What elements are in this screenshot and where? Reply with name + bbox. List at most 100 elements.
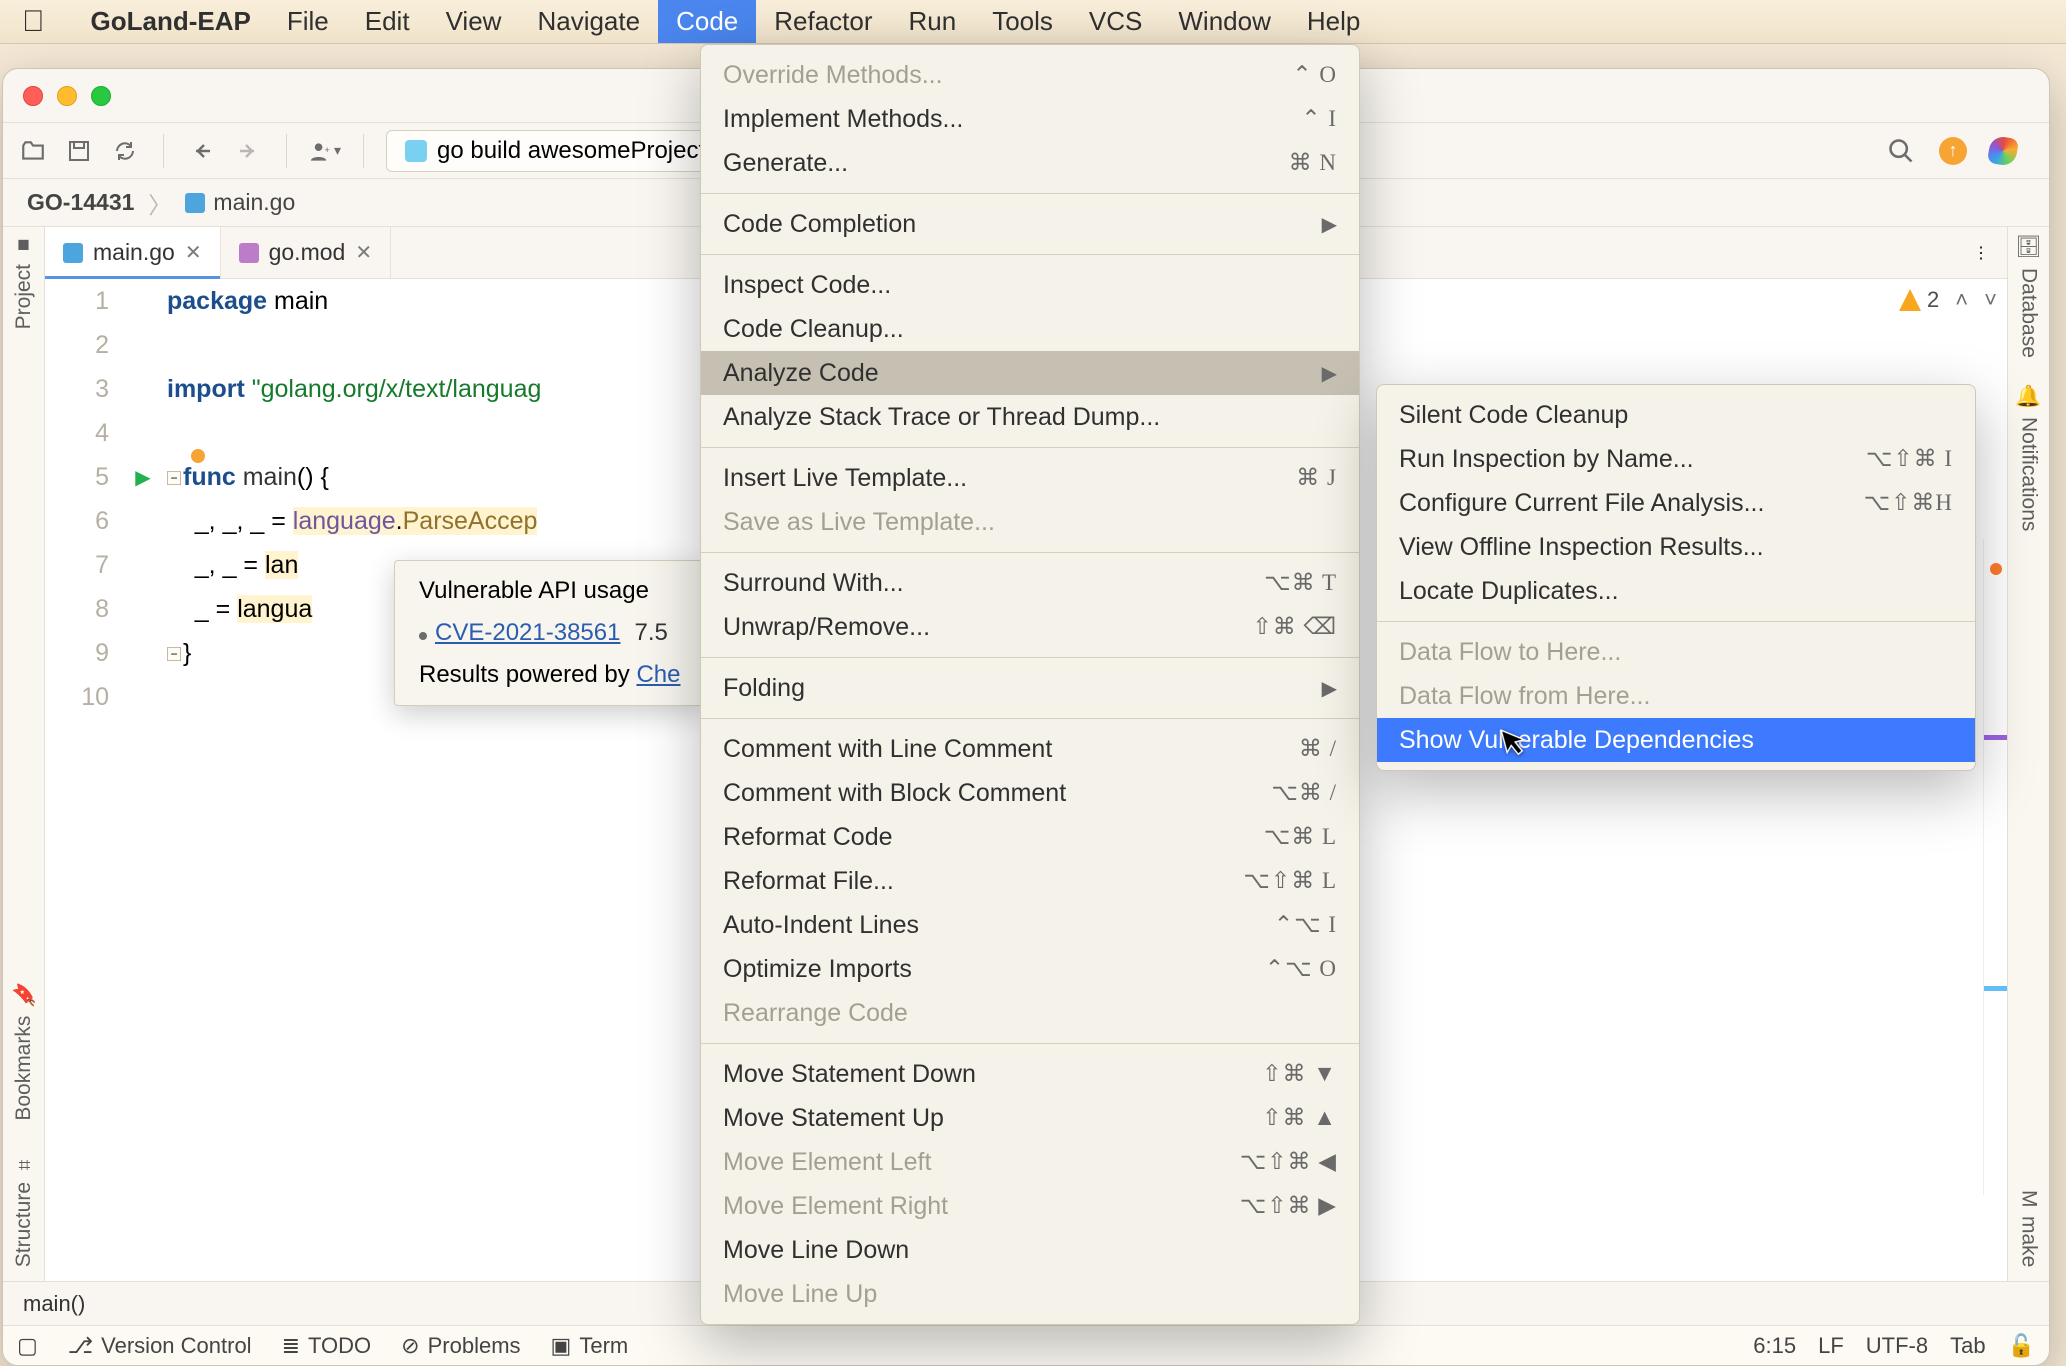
close-icon[interactable]: ✕: [185, 240, 202, 265]
tool-structure[interactable]: Structure⌗: [12, 1153, 36, 1267]
menu-item[interactable]: Run Inspection by Name...⌥⇧⌘ I: [1377, 437, 1975, 481]
gopher-icon: [405, 140, 427, 162]
line-numbers: 12345678910: [45, 279, 123, 1281]
next-highlight[interactable]: ˅: [1984, 287, 1997, 313]
tooltip-title: Vulnerable API usage: [419, 577, 680, 605]
window-maximize-button[interactable]: [91, 86, 111, 106]
menu-item[interactable]: Optimize Imports⌃⌥ O: [701, 947, 1359, 991]
menu-item[interactable]: Comment with Block Comment⌥⌘ /: [701, 771, 1359, 815]
menu-item[interactable]: Comment with Line Comment⌘ /: [701, 727, 1359, 771]
tabs-more[interactable]: ⋮: [1955, 227, 2007, 278]
refresh-icon[interactable]: [109, 135, 141, 167]
menu-item[interactable]: Surround With...⌥⌘ T: [701, 561, 1359, 605]
menu-item[interactable]: Silent Code Cleanup: [1377, 393, 1975, 437]
breadcrumb-project[interactable]: GO-14431: [19, 185, 142, 220]
menu-item: Rearrange Code: [701, 991, 1359, 1035]
save-icon[interactable]: [63, 135, 95, 167]
tool-database[interactable]: 🗄 Database: [2017, 233, 2041, 358]
status-eol[interactable]: LF: [1818, 1333, 1844, 1359]
run-configuration-selector[interactable]: go build awesomeProject: [386, 130, 726, 172]
menu-item[interactable]: Reformat File...⌥⇧⌘ L: [701, 859, 1359, 903]
search-icon[interactable]: [1885, 135, 1917, 167]
menu-item[interactable]: Show Vulnerable Dependencies: [1377, 718, 1975, 762]
status-indent[interactable]: Tab: [1950, 1333, 1985, 1359]
prev-highlight[interactable]: ˄: [1955, 287, 1968, 313]
menu-item[interactable]: Unwrap/Remove...⇧⌘ ⌫: [701, 605, 1359, 649]
menu-item[interactable]: Code Cleanup...: [701, 307, 1359, 351]
menu-item: Data Flow to Here...: [1377, 630, 1975, 674]
menu-vcs[interactable]: VCS: [1071, 0, 1160, 43]
menu-item[interactable]: Analyze Stack Trace or Thread Dump...: [701, 395, 1359, 439]
left-tool-stripe: Project■ Bookmarks🔖 Structure⌗: [3, 227, 45, 1281]
menu-item: Move Element Left⌥⇧⌘ ◀: [701, 1140, 1359, 1184]
chevron-right-icon: 〉: [148, 186, 171, 220]
tab-main-go[interactable]: main.go ✕: [45, 227, 221, 278]
ide-updates-icon[interactable]: ↑: [1939, 137, 1967, 165]
menu-item[interactable]: Generate...⌘ N: [701, 141, 1359, 185]
menu-item[interactable]: Move Line Down: [701, 1228, 1359, 1272]
menu-edit[interactable]: Edit: [347, 0, 428, 43]
bullet-icon: [419, 632, 427, 640]
menu-item[interactable]: Code Completion▶: [701, 202, 1359, 246]
menu-app[interactable]: GoLand-EAP: [73, 0, 269, 43]
menu-file[interactable]: File: [269, 0, 347, 43]
code-menu: Override Methods...⌃ OImplement Methods.…: [700, 44, 1360, 1325]
cve-link[interactable]: CVE-2021-38561: [435, 619, 620, 647]
menu-item[interactable]: Configure Current File Analysis...⌥⇧⌘H: [1377, 481, 1975, 525]
tool-bookmarks[interactable]: Bookmarks🔖: [12, 982, 36, 1121]
forward-icon[interactable]: [232, 135, 264, 167]
close-icon[interactable]: ✕: [355, 240, 372, 265]
menu-navigate[interactable]: Navigate: [519, 0, 658, 43]
menu-item[interactable]: Analyze Code▶: [701, 351, 1359, 395]
tooltip-footer-link[interactable]: Che: [636, 661, 680, 688]
tool-notifications[interactable]: 🔔 Notifications: [2017, 384, 2041, 532]
run-icon[interactable]: ▶: [123, 455, 163, 499]
menu-item[interactable]: Insert Live Template...⌘ J: [701, 456, 1359, 500]
run-config-label: go build awesomeProject: [437, 137, 705, 165]
window-close-button[interactable]: [23, 86, 43, 106]
tab-go-mod[interactable]: go.mod ✕: [221, 227, 391, 278]
menu-item[interactable]: Inspect Code...: [701, 263, 1359, 307]
error-stripe[interactable]: [1983, 539, 2007, 1195]
right-tool-stripe: 🗄 Database 🔔 Notifications M make: [2007, 227, 2049, 1281]
menu-item[interactable]: Move Statement Down⇧⌘ ▼: [701, 1052, 1359, 1096]
warning-badge[interactable]: 2: [1899, 287, 1939, 313]
menu-item: Data Flow from Here...: [1377, 674, 1975, 718]
go-file-icon: [63, 243, 83, 263]
menu-item[interactable]: Folding▶: [701, 666, 1359, 710]
status-caret[interactable]: 6:15: [1753, 1333, 1796, 1359]
status-charset[interactable]: UTF-8: [1866, 1333, 1928, 1359]
menu-item[interactable]: Reformat Code⌥⌘ L: [701, 815, 1359, 859]
back-icon[interactable]: [186, 135, 218, 167]
menu-help[interactable]: Help: [1289, 0, 1378, 43]
tool-problems[interactable]: ⊘ Problems: [401, 1333, 520, 1359]
menu-run[interactable]: Run: [891, 0, 975, 43]
tool-make[interactable]: M make: [2017, 1190, 2041, 1267]
menu-tools[interactable]: Tools: [974, 0, 1071, 43]
menu-item[interactable]: Auto-Indent Lines⌃⌥ I: [701, 903, 1359, 947]
menu-item[interactable]: Locate Duplicates...: [1377, 569, 1975, 613]
apple-icon[interactable]: : [22, 5, 45, 39]
menu-refactor[interactable]: Refactor: [756, 0, 890, 43]
menu-window[interactable]: Window: [1160, 0, 1288, 43]
menu-item: Move Element Right⌥⇧⌘ ▶: [701, 1184, 1359, 1228]
user-icon[interactable]: +▾: [309, 135, 341, 167]
menu-item[interactable]: Move Statement Up⇧⌘ ▲: [701, 1096, 1359, 1140]
open-icon[interactable]: [17, 135, 49, 167]
bottom-toggle[interactable]: ▢: [17, 1333, 38, 1359]
tool-todo[interactable]: ≣ TODO: [282, 1333, 372, 1359]
menu-item: Save as Live Template...: [701, 500, 1359, 544]
warning-icon: [1899, 289, 1921, 311]
tool-vcs[interactable]: ⎇ Version Control: [68, 1333, 252, 1359]
menu-view[interactable]: View: [428, 0, 520, 43]
jetbrains-icon[interactable]: [1987, 134, 2019, 166]
breadcrumb-file[interactable]: main.go: [177, 185, 303, 220]
menu-item[interactable]: Implement Methods...⌃ I: [701, 97, 1359, 141]
readonly-icon[interactable]: 🔓: [2008, 1333, 2035, 1359]
menu-code[interactable]: Code: [658, 0, 756, 43]
tool-terminal[interactable]: ▣ Term: [551, 1333, 629, 1359]
bottom-tool-bar: ▢ ⎇ Version Control ≣ TODO ⊘ Problems ▣ …: [3, 1325, 2049, 1365]
tool-project[interactable]: Project■: [12, 233, 36, 329]
menu-item[interactable]: View Offline Inspection Results...: [1377, 525, 1975, 569]
window-minimize-button[interactable]: [57, 86, 77, 106]
